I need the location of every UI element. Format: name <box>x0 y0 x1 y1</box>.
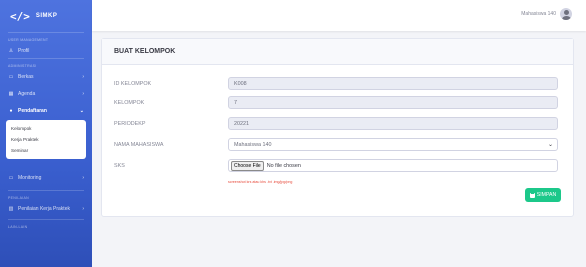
sidebar-item-monitoring[interactable]: ▭ Monitoring › <box>0 171 92 185</box>
chart-icon: ▥ <box>8 206 14 212</box>
file-hint: screenshot krs atau khs .txt .img/jpg/pn… <box>228 180 293 184</box>
id-kelompok-label: ID KELOMPOK <box>114 80 152 87</box>
sidebar-heading-administrasi: ADMINISTRASI <box>8 64 37 68</box>
kelompok-label: KELOMPOK <box>114 99 145 106</box>
folder-icon: ▭ <box>8 74 14 80</box>
mahasiswa-label: NAMA MAHASISWA <box>114 141 164 148</box>
sidebar-item-label: Monitoring <box>18 175 42 181</box>
create-group-card: BUAT KELOMPOK ID KELOMPOK K008 KELOMPOK … <box>101 38 574 217</box>
avatar <box>560 8 572 20</box>
sidebar-item-label: Profil <box>18 48 30 54</box>
card-title: BUAT KELOMPOK <box>102 39 573 65</box>
chevron-down-icon: ⌄ <box>547 142 553 148</box>
username: Mahasiswa 140 <box>521 11 556 17</box>
brand[interactable]: </> SIMKP <box>0 0 92 32</box>
submenu-item-seminar[interactable]: Seminar <box>6 145 86 156</box>
sidebar-heading-penilaian: PENILAIAN <box>8 196 29 200</box>
user-menu[interactable]: Mahasiswa 140 <box>521 8 572 20</box>
chevron-down-icon: ⌄ <box>79 108 84 114</box>
chevron-right-icon: › <box>82 74 84 80</box>
brand-name: SIMKP <box>35 13 58 19</box>
save-button[interactable]: SIMPAN <box>525 188 561 202</box>
user-icon: ♙ <box>8 48 14 54</box>
sidebar-item-pendaftaran[interactable]: ● Pendaftaran ⌄ <box>0 104 92 118</box>
chevron-right-icon: › <box>82 206 84 212</box>
row-id-kelompok: ID KELOMPOK K008 <box>114 77 558 90</box>
calendar-icon: ▦ <box>8 91 14 97</box>
sidebar: </> SIMKP USER MANAGEMENT ♙ Profil ADMIN… <box>0 0 92 267</box>
sidebar-heading-user-management: USER MANAGEMENT <box>8 38 49 42</box>
topbar: Mahasiswa 140 <box>92 0 586 31</box>
circle-icon: ● <box>9 108 13 114</box>
save-icon <box>529 192 535 198</box>
periode-label: PERIODEKP <box>114 120 146 127</box>
row-sks: SKS Choose File No file chosen <box>114 159 558 172</box>
monitor-icon: ▭ <box>8 175 14 181</box>
sidebar-item-label: Agenda <box>18 91 36 97</box>
sks-file-input[interactable]: Choose File No file chosen <box>228 159 558 172</box>
choose-file-button[interactable]: Choose File <box>231 160 264 171</box>
file-status: No file chosen <box>266 162 301 169</box>
sidebar-item-label: Penilaian Kerja Praktek <box>18 206 70 212</box>
sidebar-item-label: Berkas <box>18 74 34 80</box>
row-mahasiswa: NAMA MAHASISWA Mahasiswa 140 ⌄ <box>114 138 558 151</box>
sidebar-item-profil[interactable]: ♙ Profil <box>0 44 92 58</box>
row-periode: PERIODEKP 20221 <box>114 117 558 130</box>
kelompok-field[interactable]: 7 <box>228 96 558 109</box>
pendaftaran-submenu: Kelompok Kerja Praktek Seminar <box>6 120 86 159</box>
chevron-right-icon: › <box>82 91 84 97</box>
sidebar-heading-lain: LAIN-LAIN <box>8 225 28 229</box>
sidebar-item-penilaian-kp[interactable]: ▥ Penilaian Kerja Praktek › <box>0 202 92 216</box>
chevron-right-icon: › <box>82 175 84 181</box>
mahasiswa-selected: Mahasiswa 140 <box>234 141 272 148</box>
save-button-label: SIMPAN <box>536 192 557 198</box>
code-icon: </> <box>10 9 30 23</box>
submenu-item-kelompok[interactable]: Kelompok <box>6 123 86 134</box>
id-kelompok-field[interactable]: K008 <box>228 77 558 90</box>
mahasiswa-select[interactable]: Mahasiswa 140 ⌄ <box>228 138 558 151</box>
sidebar-item-berkas[interactable]: ▭ Berkas › <box>0 70 92 84</box>
sks-label: SKS <box>114 162 125 169</box>
sidebar-item-agenda[interactable]: ▦ Agenda › <box>0 87 92 101</box>
submenu-item-kerja-praktek[interactable]: Kerja Praktek <box>6 134 86 145</box>
periode-field[interactable]: 20221 <box>228 117 558 130</box>
row-kelompok: KELOMPOK 7 <box>114 96 558 109</box>
sidebar-item-label: Pendaftaran <box>18 108 47 114</box>
